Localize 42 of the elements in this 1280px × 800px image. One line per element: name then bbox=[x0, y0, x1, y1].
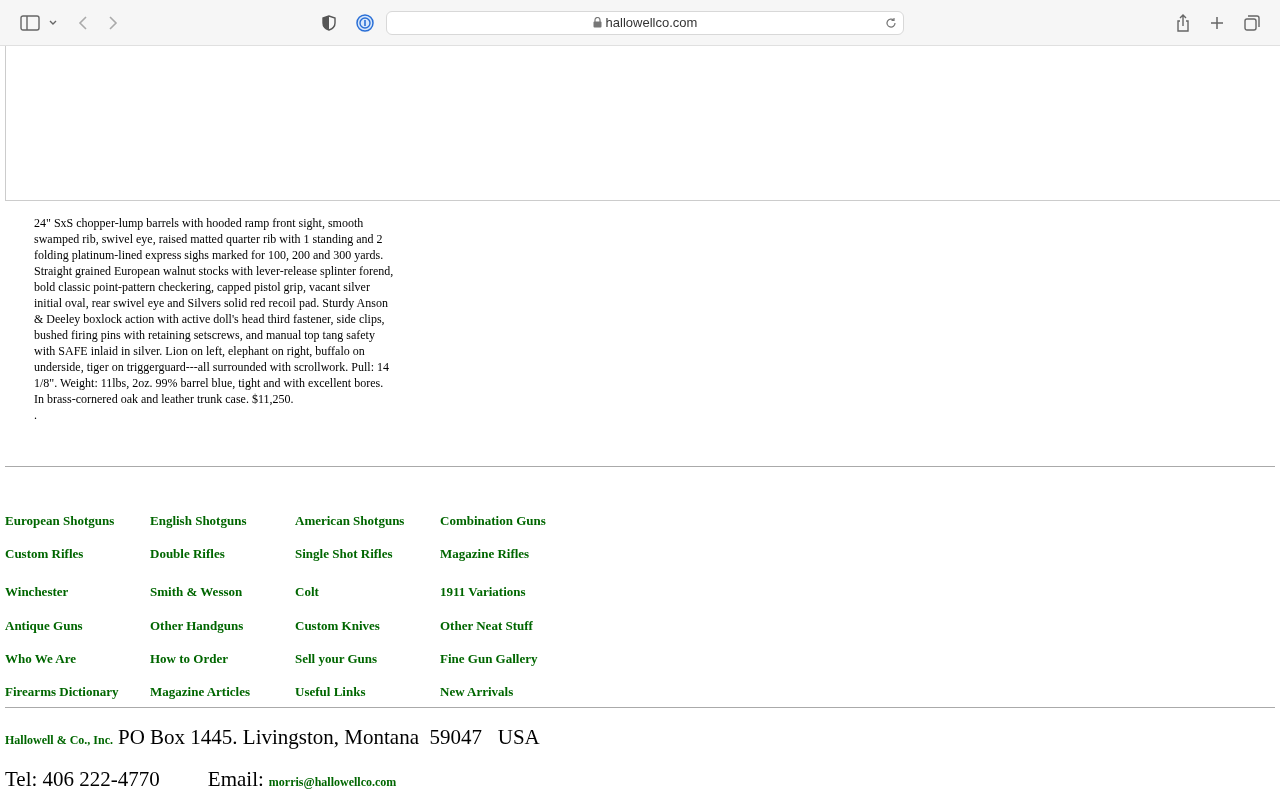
tabs-icon[interactable] bbox=[1244, 14, 1260, 31]
nav-link[interactable]: Magazine Articles bbox=[150, 684, 250, 700]
password-manager-icon[interactable] bbox=[356, 13, 374, 32]
nav-link[interactable]: 1911 Variations bbox=[440, 584, 526, 600]
nav-link[interactable]: Antique Guns bbox=[5, 618, 83, 634]
email-label: Email: bbox=[207, 765, 264, 793]
address-text: PO Box 1445. Livingston, Montana 59047 USA bbox=[118, 724, 540, 751]
nav-link[interactable]: Who We Are bbox=[5, 651, 77, 667]
plus-icon[interactable] bbox=[1210, 15, 1224, 30]
nav-link[interactable]: Useful Links bbox=[295, 684, 366, 700]
nav-link[interactable]: Combination Guns bbox=[440, 513, 546, 529]
lock-icon bbox=[592, 17, 602, 28]
nav-link[interactable]: Custom Rifles bbox=[5, 546, 84, 562]
nav-link[interactable]: Magazine Rifles bbox=[440, 546, 530, 562]
nav-link[interactable]: Other Neat Stuff bbox=[440, 618, 533, 634]
nav-link[interactable]: Double Rifles bbox=[150, 546, 225, 562]
nav-link[interactable]: Colt bbox=[295, 584, 319, 600]
nav-link[interactable]: European Shotguns bbox=[5, 513, 115, 529]
nav-link[interactable]: Other Handguns bbox=[150, 618, 244, 634]
trailing-dot: . bbox=[34, 407, 37, 423]
url-text: hallowellco.com bbox=[605, 13, 698, 32]
description-text: 24" SxS chopper-lump barrels with hooded ramp front sight, smooth swamped rib, swivel eye, raised matted quarter rib with 1 standing and 2 folding platinum-lined express sighs marked for 100, 200 and 300 yards. Straight grained European walnut stocks with lever-release splinter forend, bold classic point-pattern checkering, capped pistol grip, vacant silver initial oval, rear swivel eye and Silvers solid red recoil pad. Sturdy Anson & Deeley boxlock action with active doll's head third fastener, side clips, bushed firing pins with retaining setscrews, and manual top tang safety with SAFE inlaid in silver. Lion on left, elephant on right, buffalo on underside, tiger on triggerguard---all surrounded with scrollwork. Pull: 14 1/8". Weight: 11lbs, 2oz. 99% barrel blue, tight and with excellent bores. In brass-cornered oak and leather trunk case. $11,250. bbox=[34, 215, 394, 407]
nav-link[interactable]: American Shotguns bbox=[295, 513, 405, 529]
nav-link[interactable]: Single Shot Rifles bbox=[295, 546, 393, 562]
nav-link[interactable]: Custom Knives bbox=[295, 618, 380, 634]
reload-icon[interactable] bbox=[885, 16, 897, 29]
nav-link[interactable]: Fine Gun Gallery bbox=[440, 651, 538, 667]
company-name: Hallowell & Co., Inc. bbox=[5, 732, 113, 749]
nav-link[interactable]: Smith & Wesson bbox=[150, 584, 243, 600]
nav-link[interactable]: Sell your Guns bbox=[295, 651, 378, 667]
shield-icon[interactable] bbox=[322, 14, 336, 31]
nav-link[interactable]: How to Order bbox=[150, 651, 228, 667]
nav-link[interactable]: New Arrivals bbox=[440, 684, 514, 700]
nav-link[interactable]: Firearms Dictionary bbox=[5, 684, 119, 700]
chevron-down-icon[interactable] bbox=[48, 18, 58, 27]
share-icon[interactable] bbox=[1176, 13, 1190, 32]
address-bar[interactable]: hallowellco.com bbox=[386, 10, 904, 35]
nav-link[interactable]: Winchester bbox=[5, 584, 69, 600]
nav-link[interactable]: English Shotguns bbox=[150, 513, 247, 529]
phone-text: Tel: 406 222-4770 bbox=[5, 765, 160, 793]
sidebar-icon[interactable] bbox=[20, 14, 40, 31]
email-link[interactable]: morris@hallowellco.com bbox=[268, 772, 397, 791]
